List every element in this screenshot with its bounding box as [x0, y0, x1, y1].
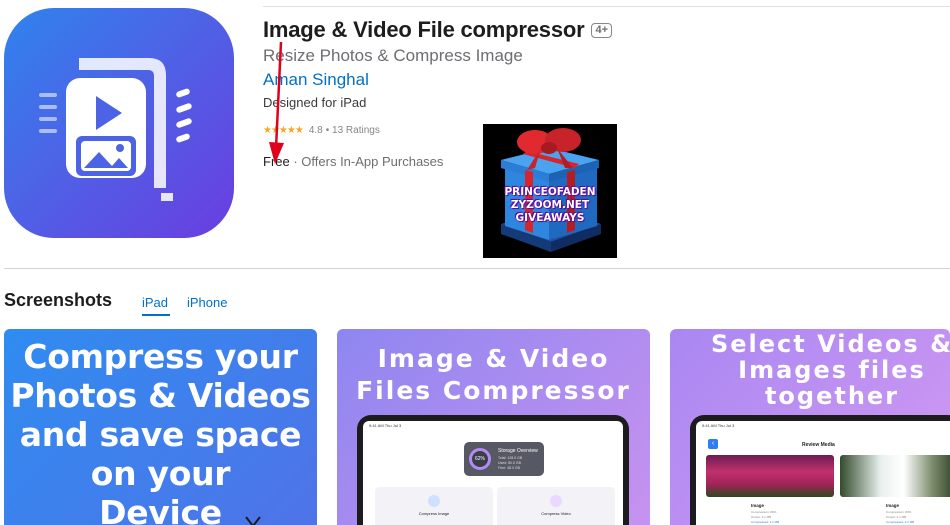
storage-line: Free: 48.0 GB	[498, 466, 520, 470]
app-title: Image & Video File compressor	[263, 17, 585, 42]
annotation-arrow-icon	[269, 41, 284, 164]
compress-video-label: Compress Video	[541, 511, 571, 516]
rating-count: • 13 Ratings	[325, 125, 380, 136]
caption-line: together	[764, 382, 900, 410]
screenshots-heading: Screenshots	[4, 290, 113, 310]
storage-overview-card: 62% Storage Overview Total: 128.0 GB Use…	[464, 442, 544, 476]
caption-line: Images files	[738, 356, 926, 384]
giveaway-text-line-2: ZYZOOM.NET	[510, 199, 590, 211]
tab-ipad-selected-indicator	[142, 314, 170, 316]
media-type-label: Image	[886, 503, 900, 508]
rating-value: 4.8	[308, 125, 323, 136]
media-compressed-link: Compressed: 2.1 MB	[886, 520, 915, 524]
status-bar: 9:41 AM Thu Jul 3	[369, 423, 402, 428]
app-subtitle: Resize Photos & Compress Image	[263, 46, 523, 65]
caption-line: and save space	[19, 415, 302, 454]
giveaway-text-line-3: GIVEAWAYS	[515, 212, 585, 224]
giveaway-text-line-1: PRINCEOFADEN	[504, 186, 596, 198]
screenshot-card-3[interactable]: Select Videos & Images files together 9:…	[670, 329, 950, 525]
storage-line: Total: 128.0 GB	[498, 456, 523, 460]
waterfall-photo	[840, 455, 950, 497]
video-icon	[550, 495, 562, 507]
section-divider	[4, 268, 950, 269]
screenshot-card-2[interactable]: Image & Video Files Compressor 9:41 AM T…	[337, 329, 650, 525]
media-meta-line: Output: 4.1 MB	[886, 515, 907, 519]
image-icon	[428, 495, 440, 507]
price-row: Free · Offers In-App Purchases	[263, 154, 443, 169]
storage-ring: 62%	[469, 448, 491, 470]
caption-line: Files Compressor	[356, 376, 631, 405]
status-bar: 9:41 AM Thu Jul 3	[702, 423, 735, 428]
caption-line: Compress your	[23, 337, 298, 376]
caption-line: Image & Video	[377, 344, 610, 373]
in-app-purchases-note: · Offers In-App Purchases	[293, 154, 444, 169]
media-meta-line: Compression: 80%	[751, 510, 777, 514]
tab-ipad[interactable]: iPad	[142, 295, 168, 310]
compress-video-tile: Compress Video	[497, 487, 615, 525]
app-title-row: Image & Video File compressor 4+	[263, 17, 613, 43]
flowers-photo	[706, 455, 834, 497]
media-type-label: Image	[751, 503, 765, 508]
storage-title: Storage Overview	[498, 448, 538, 454]
compress-image-label: Compress Image	[418, 511, 450, 516]
media-compressed-link: Compressed: 2.1 MB	[751, 520, 780, 524]
review-media-title: Review Media	[802, 442, 835, 448]
media-meta-line: Output: 4.1 MB	[751, 515, 772, 519]
storage-percent: 62%	[474, 456, 485, 462]
tab-iphone[interactable]: iPhone	[187, 295, 227, 310]
caption-line: on your	[90, 454, 231, 493]
ipad-mockup: 9:41 AM Thu Jul 3 ‹ Review Media Image C…	[690, 415, 950, 525]
ipad-screen: 9:41 AM Thu Jul 3 ‹ Review Media Image C…	[696, 421, 950, 525]
ipad-screen: 9:41 AM Thu Jul 3 62% Storage Overview T…	[363, 421, 623, 525]
caption-line: Select Videos &	[710, 330, 950, 358]
media-meta-line: Compression: 80%	[886, 510, 912, 514]
photo-video-compress-icon	[4, 8, 234, 238]
back-chevron-icon: ‹	[708, 439, 718, 449]
caption-line: Device	[99, 493, 222, 525]
caption-line: Photos & Videos	[10, 376, 311, 415]
screenshot-card-1[interactable]: Compress your Photos & Videos and save s…	[4, 329, 317, 525]
top-divider	[263, 6, 950, 7]
age-rating-badge: 4+	[591, 22, 613, 38]
checkmark-icon	[245, 516, 261, 525]
giveaway-gift-image: PRINCEOFADEN ZYZOOM.NET GIVEAWAYS	[483, 124, 617, 258]
screenshot-1-caption: Compress your Photos & Videos and save s…	[4, 337, 317, 525]
screenshot-2-caption: Image & Video Files Compressor	[337, 343, 650, 407]
storage-line: Used: 80.0 GB	[498, 461, 521, 465]
screenshot-3-caption: Select Videos & Images files together	[692, 331, 950, 409]
ipad-mockup: 9:41 AM Thu Jul 3 62% Storage Overview T…	[357, 415, 629, 525]
compress-image-tile: Compress Image	[375, 487, 493, 525]
